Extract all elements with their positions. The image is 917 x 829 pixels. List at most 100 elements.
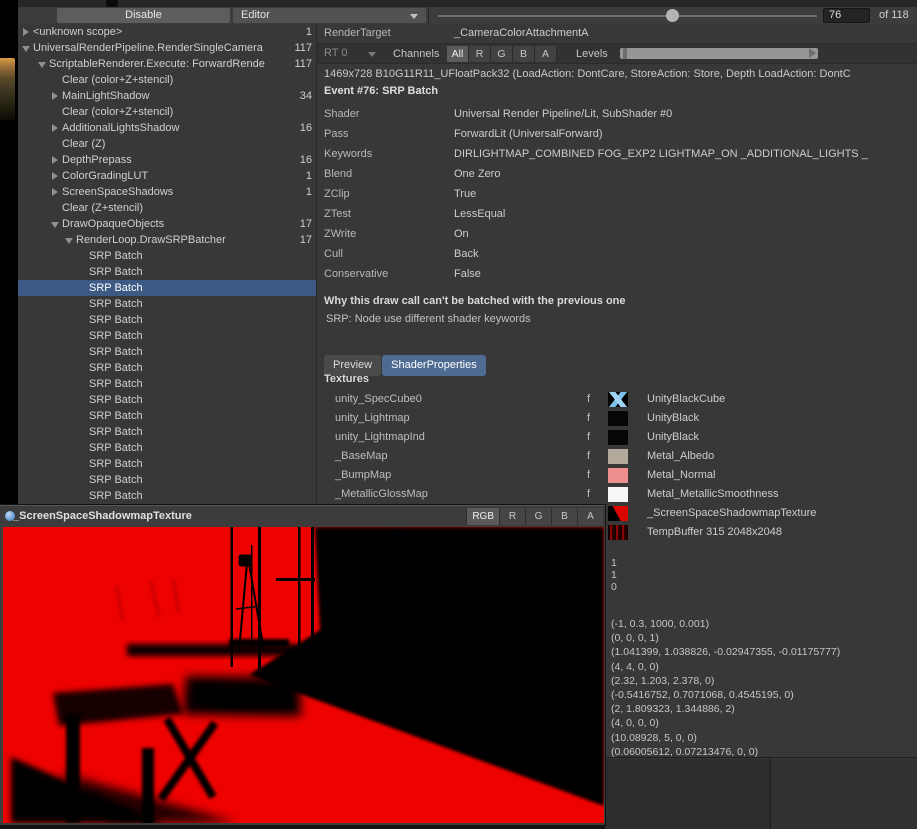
event-tree-row[interactable]: SRP Batch xyxy=(18,264,316,280)
event-tree-row-selected[interactable]: SRP Batch xyxy=(18,280,316,296)
channel-button-a[interactable]: A xyxy=(535,46,557,62)
preview-channel-button-rgb[interactable]: RGB xyxy=(466,508,499,525)
event-tree-row[interactable]: SRP Batch xyxy=(18,344,316,360)
texture-asset-name: Metal_Normal xyxy=(647,466,715,485)
no-expand-spacer xyxy=(78,332,86,340)
channel-button-b[interactable]: B xyxy=(513,46,535,62)
preview-channel-button-g[interactable]: G xyxy=(525,508,551,525)
expand-right-icon[interactable] xyxy=(51,92,59,100)
property-label: Blend xyxy=(324,164,352,184)
event-tree-row[interactable]: Clear (Z+stencil) xyxy=(18,200,316,216)
event-tree-row[interactable]: SRP Batch xyxy=(18,424,316,440)
no-expand-spacer xyxy=(78,284,86,292)
expand-down-icon[interactable] xyxy=(22,44,30,52)
no-expand-spacer xyxy=(78,396,86,404)
event-tree-row[interactable]: SRP Batch xyxy=(18,360,316,376)
property-label: ZWrite xyxy=(324,224,356,244)
expand-down-icon[interactable] xyxy=(38,60,46,68)
shadowmap-preview-image xyxy=(3,527,604,823)
event-tree-row[interactable]: SRP Batch xyxy=(18,248,316,264)
background-panel-left xyxy=(605,759,770,829)
no-expand-spacer xyxy=(78,412,86,420)
background-panel-right xyxy=(771,759,917,829)
event-slider-track[interactable] xyxy=(438,15,817,17)
preview-channel-button-b[interactable]: B xyxy=(551,508,577,525)
event-tree-row[interactable]: Clear (color+Z+stencil) xyxy=(18,72,316,88)
no-expand-spacer xyxy=(78,492,86,500)
levels-min-handle[interactable] xyxy=(623,48,627,59)
texture-row[interactable]: _BaseMapfMetal_Albedo xyxy=(317,447,917,466)
preview-titlebar[interactable]: _ScreenSpaceShadowmapTexture RGBRGBA xyxy=(0,506,605,527)
expand-down-icon[interactable] xyxy=(51,220,59,228)
event-tree-row[interactable]: ScriptableRenderer.Execute: ForwardRende… xyxy=(18,56,316,72)
expand-right-icon[interactable] xyxy=(22,28,30,36)
event-tree-row[interactable]: SRP Batch xyxy=(18,376,316,392)
no-expand-spacer xyxy=(51,76,59,84)
event-tree-row[interactable]: Clear (Z) xyxy=(18,136,316,152)
disable-button[interactable]: Disable xyxy=(57,8,230,23)
event-tree-row[interactable]: DepthPrepass16 xyxy=(18,152,316,168)
event-count: 117 xyxy=(294,40,312,56)
event-tree-row[interactable]: ScreenSpaceShadows1 xyxy=(18,184,316,200)
texture-row[interactable]: _BumpMapfMetal_Normal xyxy=(317,466,917,485)
event-tree-row[interactable]: SRP Batch xyxy=(18,440,316,456)
event-tree-row[interactable]: SRP Batch xyxy=(18,296,316,312)
no-expand-spacer xyxy=(51,204,59,212)
event-tree-row[interactable]: SRP Batch xyxy=(18,408,316,424)
preview-channel-button-a[interactable]: A xyxy=(577,508,603,525)
channel-button-g[interactable]: G xyxy=(491,46,513,62)
expand-right-icon[interactable] xyxy=(51,124,59,132)
texture-asset-name: Metal_Albedo xyxy=(647,447,714,466)
event-tree-row[interactable]: DrawOpaqueObjects17 xyxy=(18,216,316,232)
shader-property-row: ConservativeFalse xyxy=(317,264,917,284)
event-tree-row[interactable]: SRP Batch xyxy=(18,488,316,504)
shader-vector-value: (10.08928, 5, 0, 0) xyxy=(611,731,840,745)
event-tree-row[interactable]: Clear (color+Z+stencil) xyxy=(18,104,316,120)
texture-thumbnail-albedo xyxy=(608,449,628,464)
expand-right-icon[interactable] xyxy=(51,172,59,180)
levels-range-slider[interactable] xyxy=(620,48,818,59)
event-tree-row[interactable]: MainLightShadow34 xyxy=(18,88,316,104)
expand-right-icon[interactable] xyxy=(51,188,59,196)
no-expand-spacer xyxy=(78,348,86,356)
expand-right-icon[interactable] xyxy=(51,156,59,164)
texture-row[interactable]: unity_LightmapIndfUnityBlack xyxy=(317,428,917,447)
event-tree-label: <unknown scope> xyxy=(33,26,316,38)
event-count: 16 xyxy=(300,120,312,136)
event-tree-row[interactable]: AdditionalLightsShadow16 xyxy=(18,120,316,136)
channel-button-r[interactable]: R xyxy=(469,46,491,62)
event-tree-row[interactable]: ColorGradingLUT1 xyxy=(18,168,316,184)
preview-channel-button-r[interactable]: R xyxy=(499,508,525,525)
shader-vector-value: (2, 1.809323, 1.344886, 2) xyxy=(611,702,840,716)
event-tree-label: SRP Batch xyxy=(89,250,316,262)
texture-property-name: unity_LightmapInd xyxy=(335,428,425,447)
event-tree-label: SRP Batch xyxy=(89,282,316,294)
event-tree-row[interactable]: SRP Batch xyxy=(18,472,316,488)
expand-down-icon[interactable] xyxy=(65,236,73,244)
event-tree-row[interactable]: <unknown scope>1 xyxy=(18,24,316,40)
texture-row[interactable]: _MetallicGlossMapfMetal_MetallicSmoothne… xyxy=(317,485,917,504)
event-slider-handle[interactable] xyxy=(666,9,679,22)
channel-button-all[interactable]: All xyxy=(447,46,469,62)
event-total-label: of 118 xyxy=(879,8,909,23)
tab-shaderproperties[interactable]: ShaderProperties xyxy=(382,355,486,376)
event-tree-row[interactable]: RenderLoop.DrawSRPBatcher17 xyxy=(18,232,316,248)
event-tree-row[interactable]: SRP Batch xyxy=(18,328,316,344)
textures-heading: Textures xyxy=(324,373,369,385)
no-expand-spacer xyxy=(78,364,86,372)
event-tree-label: SRP Batch xyxy=(89,378,316,390)
texture-row[interactable]: unity_LightmapfUnityBlack xyxy=(317,409,917,428)
target-selector-dropdown[interactable]: Editor xyxy=(233,8,426,23)
event-tree-row[interactable]: SRP Batch xyxy=(18,312,316,328)
texture-row[interactable]: unity_SpecCube0fUnityBlackCube xyxy=(317,390,917,409)
no-expand-spacer xyxy=(78,316,86,324)
event-count: 1 xyxy=(306,24,312,40)
event-tree-row[interactable]: UniversalRenderPipeline.RenderSingleCame… xyxy=(18,40,316,56)
levels-max-handle[interactable] xyxy=(809,48,816,58)
event-number-input[interactable]: 76 xyxy=(823,8,870,23)
event-tree-row[interactable]: SRP Batch xyxy=(18,456,316,472)
rt-index-dropdown[interactable]: RT 0 xyxy=(322,46,380,61)
chevron-down-icon xyxy=(368,52,376,57)
texture-property-name: _BaseMap xyxy=(335,447,388,466)
event-tree-row[interactable]: SRP Batch xyxy=(18,392,316,408)
